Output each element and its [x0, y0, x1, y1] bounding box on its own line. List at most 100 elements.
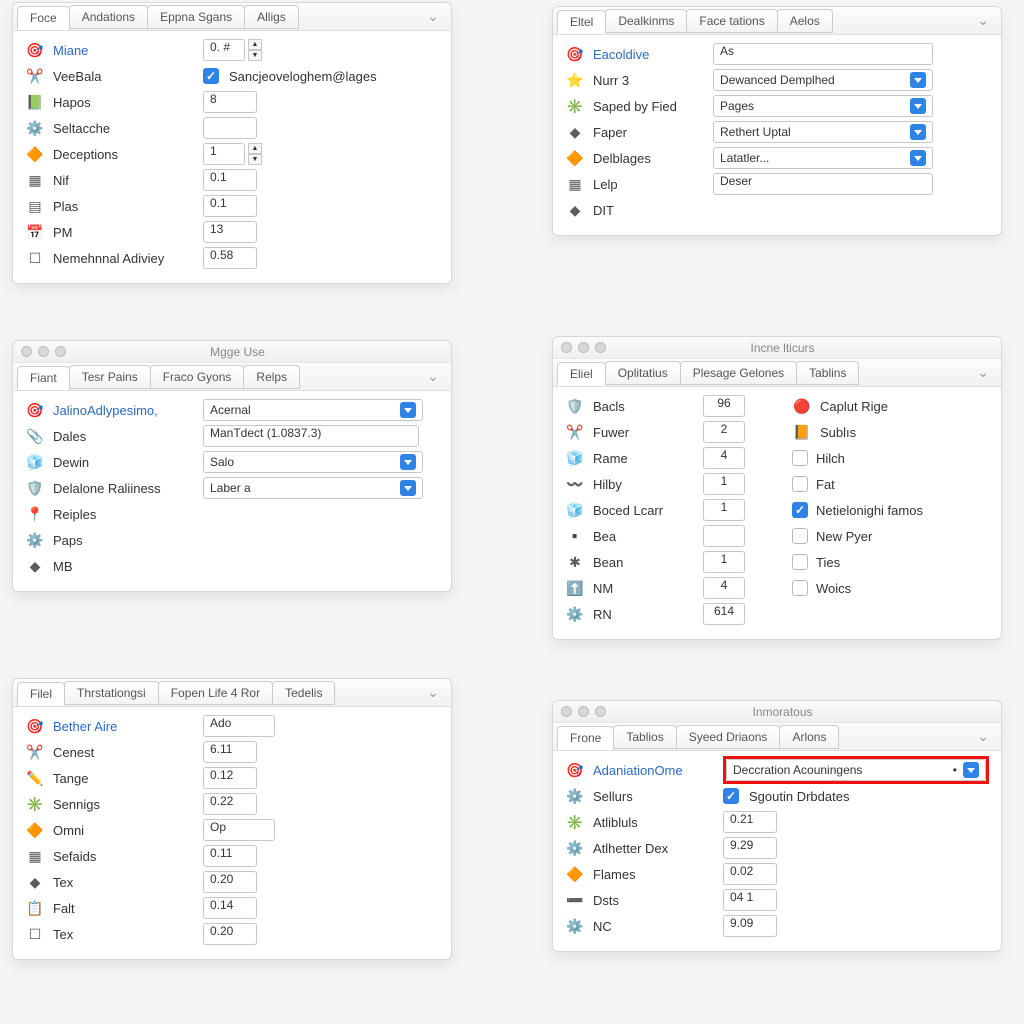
seltacche-input[interactable] [203, 117, 257, 139]
bea-input[interactable] [703, 525, 745, 547]
pm-label: PM [53, 225, 203, 240]
cenest-input[interactable]: 6.11 [203, 741, 257, 763]
tab-frone[interactable]: Frone [557, 726, 614, 750]
deceptions-input[interactable]: 1 [203, 143, 245, 165]
tab-oplitatius[interactable]: Oplitatius [605, 361, 681, 385]
mb-label: MB [53, 559, 203, 574]
dsts-input[interactable]: 04 1 [723, 889, 777, 911]
tab-tablios[interactable]: Tablios [613, 725, 676, 749]
hilby-input[interactable]: 1 [703, 473, 745, 495]
atlibluls-input[interactable]: 0.21 [723, 811, 777, 833]
row-bean: ✱ Bean 1 [565, 549, 762, 575]
tab-eppna[interactable]: Eppna Sgans [147, 5, 245, 29]
collapse-toggle[interactable]: ⌄ [969, 728, 997, 745]
tab-andations[interactable]: Andations [69, 5, 148, 29]
row-nurr: ⭐ Nurr 3 Dewanced Demplhed [565, 67, 989, 93]
tange-input[interactable]: 0.12 [203, 767, 257, 789]
sellurs-checkbox[interactable] [723, 788, 739, 804]
tab-tedelis[interactable]: Tedelis [272, 681, 335, 705]
eaco-input[interactable]: As [713, 43, 933, 65]
tab-dealkinms[interactable]: Dealkinms [605, 9, 687, 33]
dales-icon: 📎 [25, 426, 45, 446]
collapse-toggle[interactable]: ⌄ [419, 8, 447, 25]
tab-syeed[interactable]: Syeed Driaons [676, 725, 781, 749]
row-nemehnnal: ☐ Nemehnnal Adiviey 0.58 [25, 245, 439, 271]
miane-label: Miane [53, 43, 203, 58]
traffic-close[interactable] [21, 346, 32, 357]
plas-input[interactable]: 0.1 [203, 195, 257, 217]
jalino-select[interactable]: Acernal [203, 399, 423, 421]
tab-tablins[interactable]: Tablins [796, 361, 859, 385]
tab-fracogyons[interactable]: Fraco Gyons [150, 365, 245, 389]
deceptions-icon: 🔶 [25, 144, 45, 164]
woics-checkbox[interactable] [792, 580, 808, 596]
tab-thrstationgsi[interactable]: Thrstationgsi [64, 681, 159, 705]
collapse-toggle[interactable]: ⌄ [969, 12, 997, 29]
collapse-toggle[interactable]: ⌄ [419, 368, 447, 385]
sellurs-label: Sellurs [593, 789, 723, 804]
fat-checkbox[interactable] [792, 476, 808, 492]
nif-input[interactable]: 0.1 [203, 169, 257, 191]
nc-input[interactable]: 9.09 [723, 915, 777, 937]
flames-input[interactable]: 0.02 [723, 863, 777, 885]
rame-input[interactable]: 4 [703, 447, 745, 469]
tab-facetations[interactable]: Face tations [686, 9, 777, 33]
delalone-select[interactable]: Laber a [203, 477, 423, 499]
tab-plesage[interactable]: Plesage Gelones [680, 361, 797, 385]
traffic-close[interactable] [561, 342, 572, 353]
collapse-toggle[interactable]: ⌄ [969, 364, 997, 381]
traffic-close[interactable] [561, 706, 572, 717]
tab-aelos[interactable]: Aelos [777, 9, 833, 33]
ties-checkbox[interactable] [792, 554, 808, 570]
miane-input[interactable]: 0. # [203, 39, 245, 61]
dales-input[interactable]: ManTdect (1.0837.3) [203, 425, 419, 447]
tab-fopenlife[interactable]: Fopen Life 4 Ror [158, 681, 273, 705]
tab-alligs[interactable]: Alligs [244, 5, 299, 29]
bacls-input[interactable]: 96 [703, 395, 745, 417]
boced-input[interactable]: 1 [703, 499, 745, 521]
tex2-input[interactable]: 0.20 [203, 923, 257, 945]
miane-stepper[interactable]: ▲▼ [248, 39, 262, 61]
falt-input[interactable]: 0.14 [203, 897, 257, 919]
tab-relps[interactable]: Relps [243, 365, 300, 389]
delblages-select[interactable]: Latatler... [713, 147, 933, 169]
nemehnnal-input[interactable]: 0.58 [203, 247, 257, 269]
faper-select[interactable]: Rethert Uptal [713, 121, 933, 143]
saped-select[interactable]: Pages [713, 95, 933, 117]
nm-input[interactable]: 4 [703, 577, 745, 599]
tab-eliel[interactable]: Eliel [557, 362, 606, 386]
hapos-icon: 📗 [25, 92, 45, 112]
collapse-toggle[interactable]: ⌄ [419, 684, 447, 701]
tab-filel[interactable]: Filel [17, 682, 65, 706]
rn-input[interactable]: 614 [703, 603, 745, 625]
netie-checkbox[interactable] [792, 502, 808, 518]
hich-checkbox[interactable] [792, 450, 808, 466]
tex-input[interactable]: 0.20 [203, 871, 257, 893]
tab-fiant[interactable]: Fiant [17, 366, 70, 390]
newpyer-checkbox[interactable] [792, 528, 808, 544]
tab-arlons[interactable]: Arlons [779, 725, 839, 749]
fuwer-input[interactable]: 2 [703, 421, 745, 443]
row-rn: ⚙️ RN 614 [565, 601, 762, 627]
deceptions-stepper[interactable]: ▲▼ [248, 143, 262, 165]
tab-tesrpains[interactable]: Tesr Pains [69, 365, 151, 389]
nif-label: Nif [53, 173, 203, 188]
hapos-input[interactable]: 8 [203, 91, 257, 113]
lelp-input[interactable]: Deser [713, 173, 933, 195]
bether-input[interactable]: Ado [203, 715, 275, 737]
sennigs-input[interactable]: 0.22 [203, 793, 257, 815]
sefaids-input[interactable]: 0.11 [203, 845, 257, 867]
tab-eltel[interactable]: Eltel [557, 10, 606, 34]
bean-input[interactable]: 1 [703, 551, 745, 573]
adani-select[interactable]: Deccration Acouningens• [726, 759, 986, 781]
tab-foce[interactable]: Foce [17, 6, 70, 30]
dewin-select[interactable]: Salo [203, 451, 423, 473]
faper-label: Faper [593, 125, 713, 140]
nurr-select[interactable]: Dewanced Demplhed [713, 69, 933, 91]
atlhetter-input[interactable]: 9.29 [723, 837, 777, 859]
pm-input[interactable]: 13 [203, 221, 257, 243]
row-newpyer: New Pyer [792, 523, 989, 549]
rn-icon: ⚙️ [565, 604, 585, 624]
omni-input[interactable]: Op [203, 819, 275, 841]
veebala-checkbox[interactable] [203, 68, 219, 84]
